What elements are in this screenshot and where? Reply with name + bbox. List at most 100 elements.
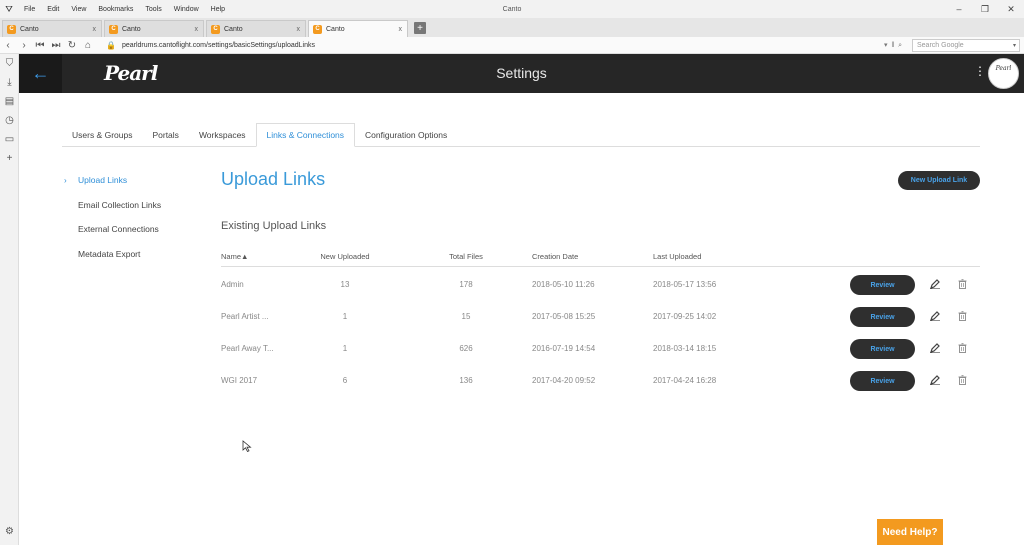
history-icon[interactable]: ◷ [0, 111, 19, 130]
tab-links-connections[interactable]: Links & Connections [255, 123, 356, 147]
minimize-icon[interactable]: – [946, 0, 972, 18]
tab-workspaces[interactable]: Workspaces [189, 123, 256, 147]
avatar-logo: Pearl [995, 65, 1012, 72]
trash-icon[interactable] [956, 276, 968, 292]
browser-tab[interactable]: C Canto x [104, 20, 204, 37]
tab-label: Canto [326, 25, 345, 33]
download-icon[interactable]: ⤓ [0, 73, 19, 92]
tab-configuration-options[interactable]: Configuration Options [355, 123, 457, 147]
close-icon[interactable]: ✕ [998, 0, 1024, 18]
restore-icon[interactable]: ❐ [972, 0, 998, 18]
nav-label: External Connections [78, 224, 159, 235]
browser-menubar: ⛛ File Edit View Bookmarks Tools Window … [0, 0, 1024, 18]
column-total-files[interactable]: Total Files [443, 246, 489, 266]
tab-close-icon[interactable]: x [399, 26, 403, 33]
cell-name: Admin [221, 279, 244, 289]
need-help-button[interactable]: Need Help? [877, 519, 943, 545]
notes-icon[interactable]: ▤ [0, 92, 19, 111]
pencil-icon[interactable] [929, 340, 941, 356]
search-engine-dropdown-icon[interactable]: ▾ [1013, 42, 1016, 49]
menu-window[interactable]: Window [168, 6, 205, 13]
mouse-cursor-icon [242, 439, 252, 453]
cell-last-uploaded: 2018-03-14 18:15 [653, 343, 717, 353]
arrow-left-icon: ← [31, 63, 50, 83]
trash-icon[interactable] [956, 340, 968, 356]
canto-favicon-icon: C [313, 24, 322, 34]
menu-tools[interactable]: Tools [139, 6, 167, 13]
cell-new-uploaded: 13 [340, 279, 350, 289]
vivaldi-icon[interactable]: ⛛ [0, 0, 18, 18]
column-new-uploaded[interactable]: New Uploaded [317, 246, 373, 266]
column-creation-date[interactable]: Creation Date [532, 246, 578, 266]
back-icon[interactable]: ‹ [0, 37, 16, 53]
review-button[interactable]: Review [850, 307, 915, 327]
table-header: Name▲ New Uploaded Total Files Creation … [221, 246, 980, 267]
new-tab-button[interactable]: + [414, 22, 426, 34]
address-dropdown-icon[interactable]: ▾ ‖ ⌕ [884, 39, 902, 52]
browser-tab-active[interactable]: C Canto x [308, 20, 408, 37]
reload-icon[interactable]: ↻ [64, 37, 80, 53]
table-row: Pearl Away T... 1 626 2016-07-19 14:54 2… [221, 332, 980, 364]
review-button[interactable]: Review [850, 371, 915, 391]
table-row: Admin 13 178 2018-05-10 11:26 2018-05-17… [221, 268, 980, 300]
back-button[interactable]: ← [19, 54, 62, 93]
browser-tab[interactable]: C Canto x [2, 20, 102, 37]
pencil-icon[interactable] [929, 276, 941, 292]
add-panel-icon[interactable]: + [0, 149, 19, 168]
browser-navbar: ‹ › ⏮ ⏭ ↻ ⌂ 🔒 pearldrums.cantoflight.com… [0, 37, 1024, 54]
table-row: Pearl Artist ... 1 15 2017-05-08 15:25 2… [221, 300, 980, 332]
menu-file[interactable]: File [18, 6, 41, 13]
tab-label: Canto [20, 25, 39, 33]
cell-creation-date: 2017-05-08 15:25 [532, 311, 596, 321]
menu-help[interactable]: Help [205, 6, 231, 13]
cell-total-files: 178 [459, 279, 473, 289]
menu-bookmarks[interactable]: Bookmarks [92, 6, 139, 13]
column-name[interactable]: Name▲ [221, 246, 248, 266]
gear-icon[interactable]: ⚙ [0, 522, 19, 541]
fast-forward-icon[interactable]: ⏭ [48, 37, 64, 53]
new-upload-link-button[interactable]: New Upload Link [898, 171, 980, 190]
canto-favicon-icon: C [211, 24, 220, 34]
address-bar[interactable]: 🔒 pearldrums.cantoflight.com/settings/ba… [106, 39, 896, 52]
canto-favicon-icon: C [7, 24, 16, 34]
pencil-icon[interactable] [929, 308, 941, 324]
pencil-icon[interactable] [929, 372, 941, 388]
cell-creation-date: 2018-05-10 11:26 [532, 279, 595, 289]
cell-creation-date: 2017-04-20 09:52 [532, 375, 596, 385]
menu-edit[interactable]: Edit [41, 6, 65, 13]
nav-external-connections[interactable]: External Connections [62, 217, 212, 242]
trash-icon[interactable] [956, 308, 968, 324]
tab-users-groups[interactable]: Users & Groups [62, 123, 142, 147]
browser-tab[interactable]: C Canto x [206, 20, 306, 37]
nav-metadata-export[interactable]: Metadata Export [62, 242, 212, 267]
window-panel-icon[interactable]: ▭ [0, 130, 19, 149]
search-input[interactable]: Search Google ▾ [912, 39, 1020, 52]
pearl-logo[interactable]: Pearl [104, 61, 158, 85]
forward-icon[interactable]: › [16, 37, 32, 53]
page-title: Settings [496, 65, 547, 81]
settings-tabs: Users & Groups Portals Workspaces Links … [62, 123, 980, 147]
lock-icon: 🔒 [106, 41, 116, 50]
table-row: WGI 2017 6 136 2017-04-20 09:52 2017-04-… [221, 364, 980, 396]
menu-view[interactable]: View [65, 6, 92, 13]
tab-portals[interactable]: Portals [142, 123, 188, 147]
canto-favicon-icon: C [109, 24, 118, 34]
review-button[interactable]: Review [850, 339, 915, 359]
nav-label: Upload Links [78, 175, 128, 186]
avatar[interactable]: Pearl [988, 58, 1019, 89]
more-vertical-icon[interactable]: ⋮ [974, 64, 986, 78]
nav-email-collection-links[interactable]: Email Collection Links [62, 193, 212, 218]
rewind-icon[interactable]: ⏮ [32, 37, 48, 53]
tab-close-icon[interactable]: x [297, 26, 301, 33]
nav-upload-links[interactable]: › Upload Links [62, 168, 212, 193]
tab-close-icon[interactable]: x [93, 26, 97, 33]
tab-close-icon[interactable]: x [195, 26, 199, 33]
app-header: ← Pearl Settings ⋮ Pearl [19, 54, 1024, 93]
bookmark-icon[interactable]: ⛉ [0, 54, 19, 73]
browser-side-panel: ⛉ ⤓ ▤ ◷ ▭ + ⚙ [0, 54, 19, 545]
column-last-uploaded[interactable]: Last Uploaded [653, 246, 701, 266]
review-button[interactable]: Review [850, 275, 915, 295]
search-placeholder: Search Google [917, 42, 964, 49]
home-icon[interactable]: ⌂ [80, 37, 96, 53]
trash-icon[interactable] [956, 372, 968, 388]
